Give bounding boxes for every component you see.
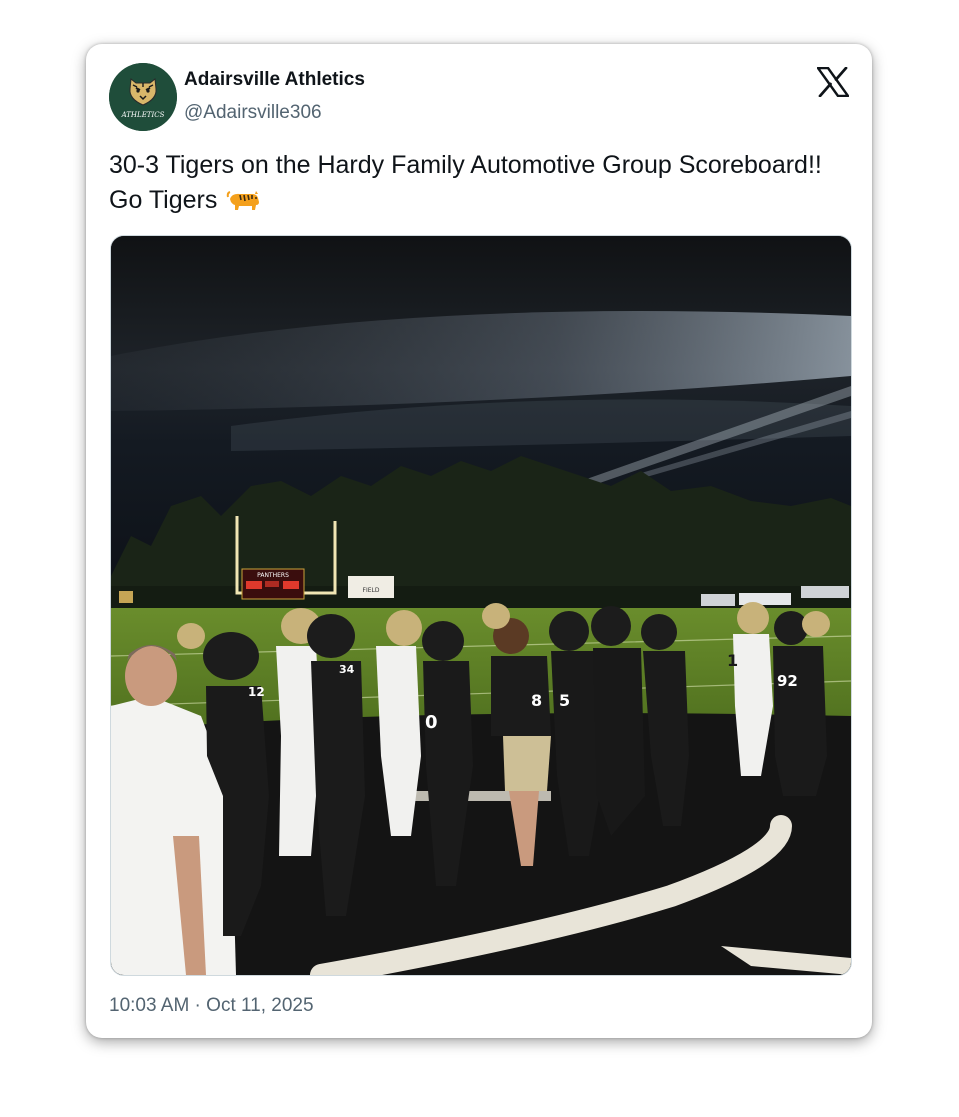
tweet-photo[interactable]: PANTHERS FIELD 12 34 0 8 5 1 92 xyxy=(110,235,852,976)
x-logo-icon[interactable] xyxy=(817,67,849,97)
jersey-number: 8 xyxy=(531,691,542,710)
tiger-emoji-icon xyxy=(227,191,260,210)
jersey-number: 5 xyxy=(559,691,570,710)
jersey-number: 34 xyxy=(339,663,355,676)
football-field-photo: PANTHERS FIELD 12 34 0 8 5 1 92 xyxy=(111,236,851,975)
avatar-script-text: ATHLETICS xyxy=(121,111,165,119)
field-sign-label: FIELD xyxy=(363,587,380,594)
tweet-text: 30-3 Tigers on the Hardy Family Automoti… xyxy=(109,148,829,218)
jersey-number: 92 xyxy=(777,672,798,690)
scoreboard-label: PANTHERS xyxy=(257,572,289,579)
jersey-number: 0 xyxy=(425,712,438,733)
jersey-number: 1 xyxy=(727,651,738,670)
user-handle[interactable]: @Adairsville306 xyxy=(184,102,322,124)
page: ATHLETICS Adairsville Athletics @Adairsv… xyxy=(0,0,959,1117)
jersey-number: 12 xyxy=(248,685,265,699)
tweet-timestamp[interactable]: 10:03 AM · Oct 11, 2025 xyxy=(109,995,314,1017)
tiger-logo-icon: ATHLETICS xyxy=(109,63,177,131)
display-name[interactable]: Adairsville Athletics xyxy=(184,69,365,91)
profile-avatar[interactable]: ATHLETICS xyxy=(109,63,177,131)
tweet-body: 30-3 Tigers on the Hardy Family Automoti… xyxy=(109,151,822,214)
tweet-card[interactable]: ATHLETICS Adairsville Athletics @Adairsv… xyxy=(86,44,872,1038)
